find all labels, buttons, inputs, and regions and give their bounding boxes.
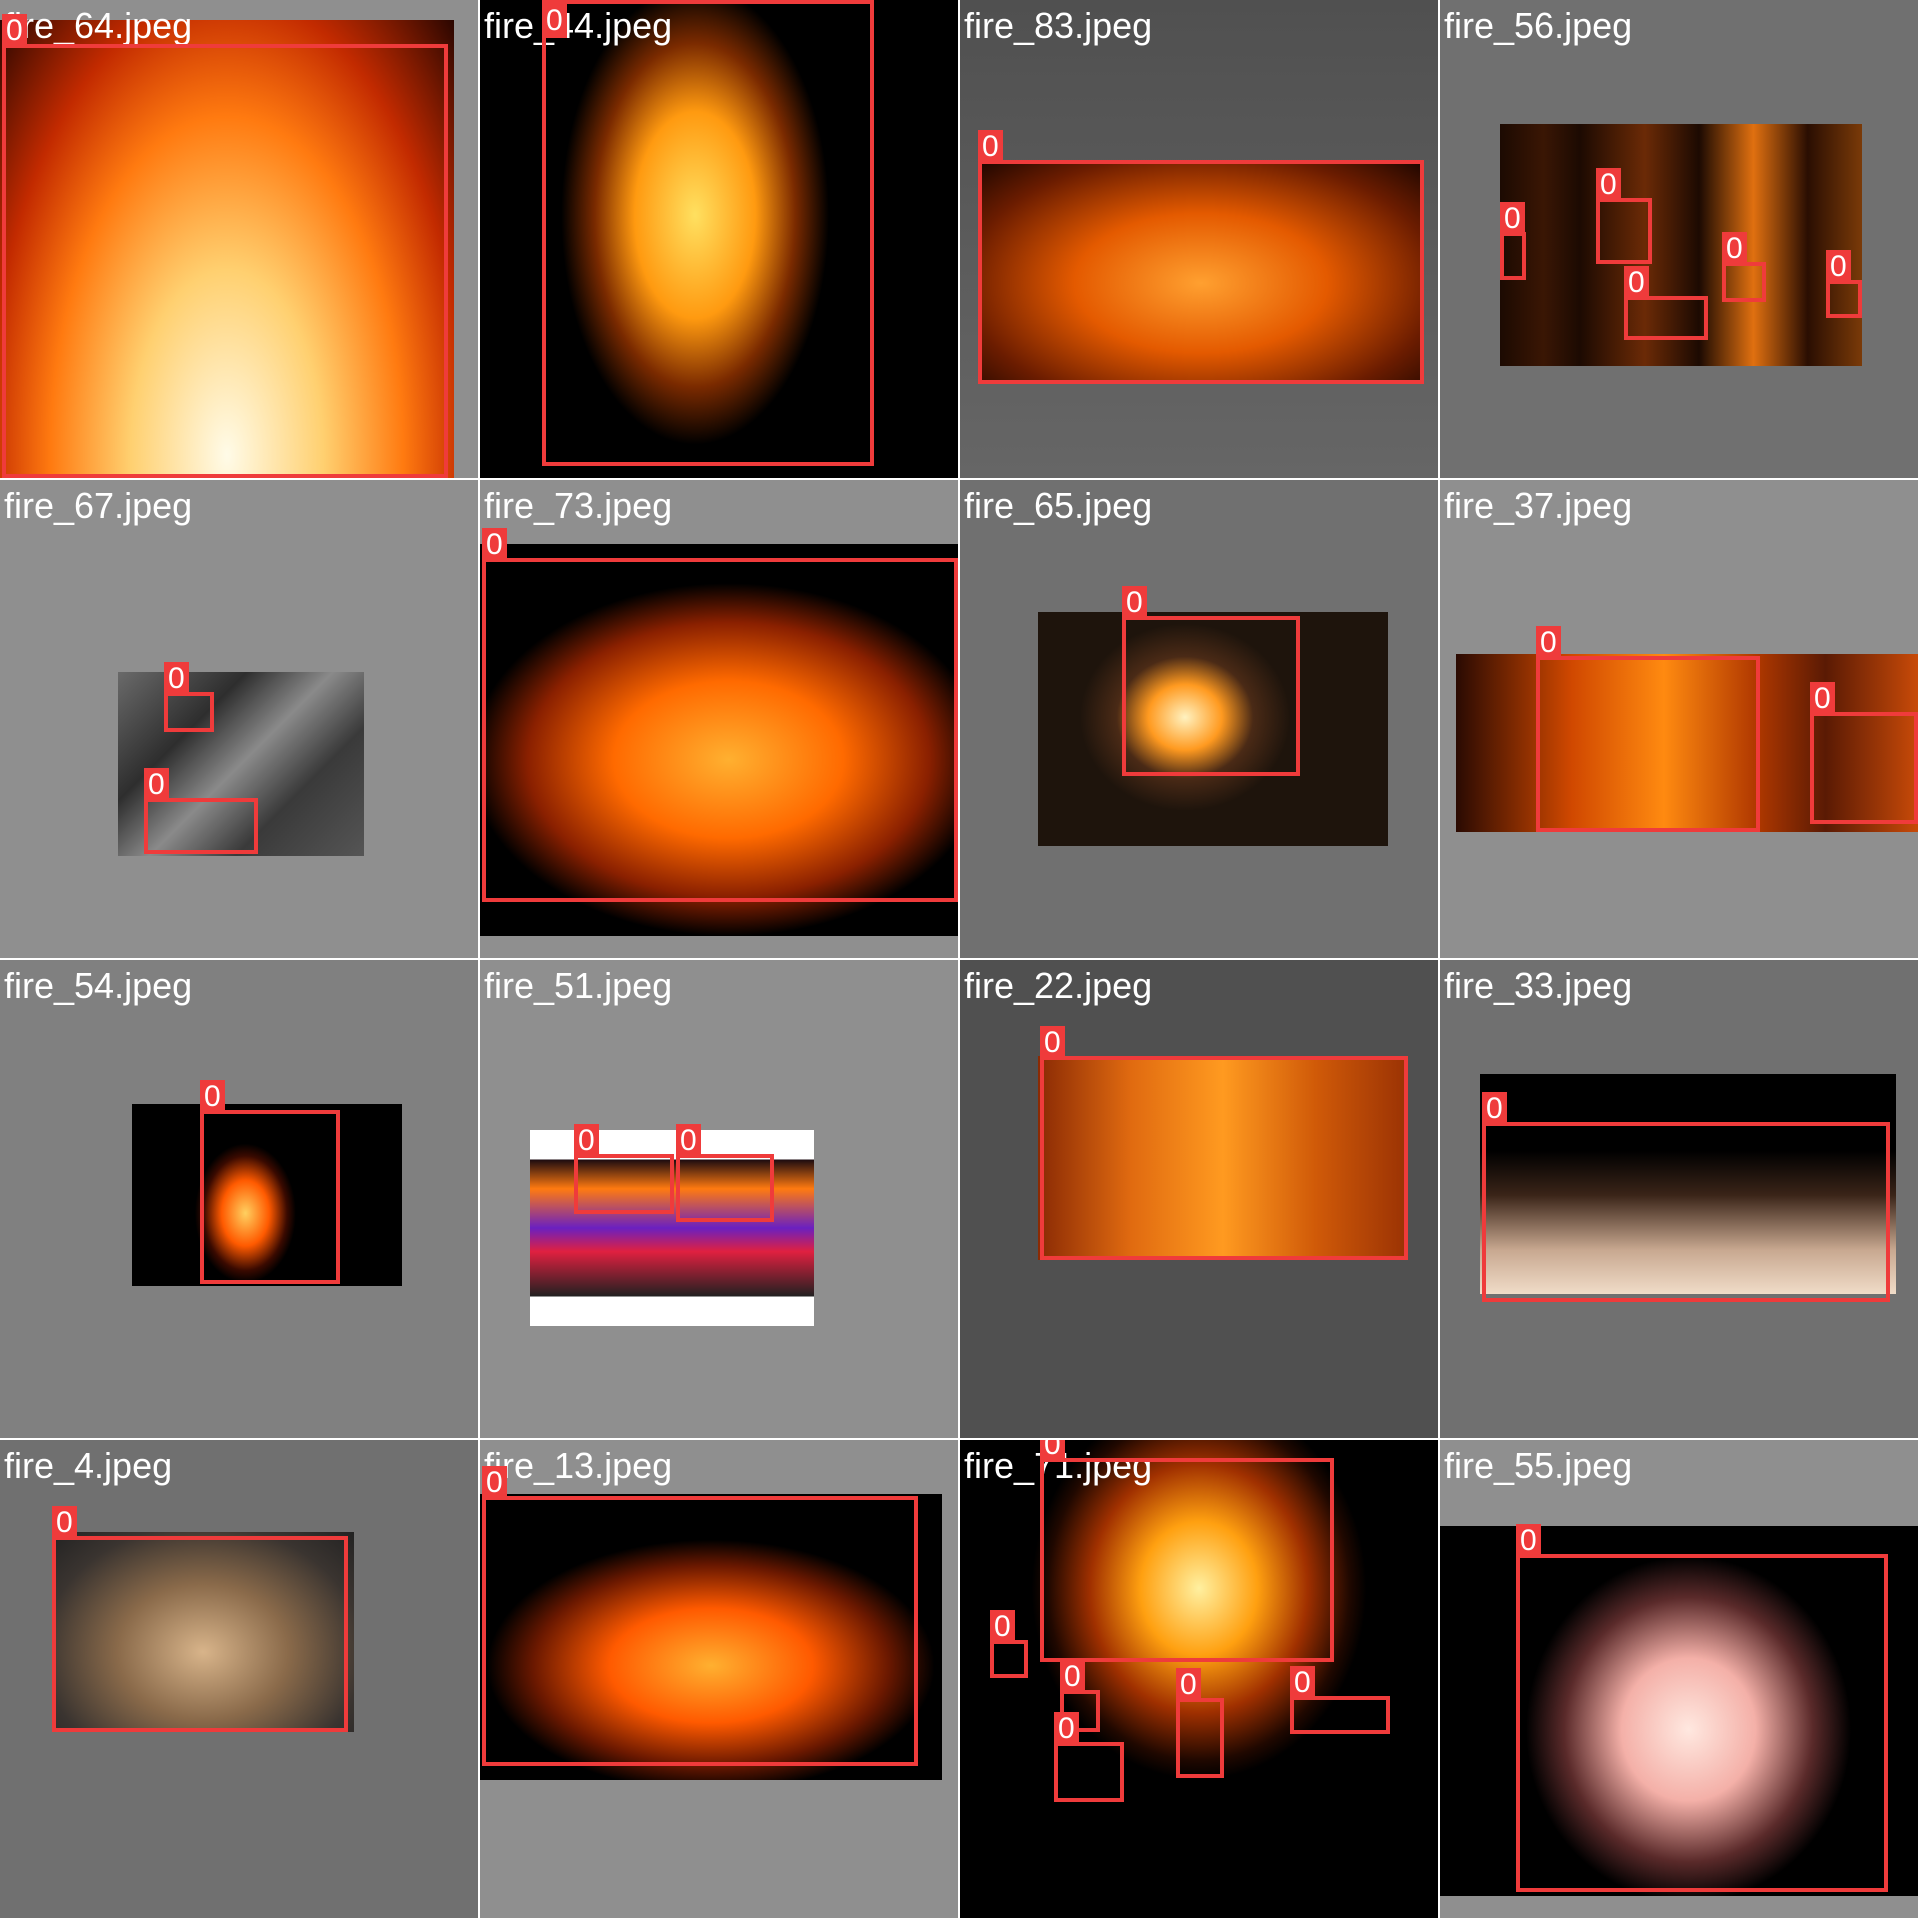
detection-box: 0 bbox=[482, 1466, 918, 1766]
detection-box: 0 bbox=[1122, 586, 1300, 776]
detection-box: 0 bbox=[1040, 1026, 1408, 1260]
tile-title: fire_33.jpeg bbox=[1444, 965, 1633, 1006]
tile-fire-51[interactable]: fire_51.jpeg 0 0 bbox=[480, 960, 958, 1438]
class-label: 0 bbox=[1624, 266, 1649, 300]
detection-box: 0 bbox=[1516, 1524, 1888, 1892]
tile-fire-67[interactable]: fire_67.jpeg 0 0 bbox=[0, 480, 478, 958]
tile-title: fire_73.jpeg bbox=[484, 485, 673, 526]
detection-box: 0 bbox=[676, 1124, 774, 1222]
tile-title: fire_13.jpeg bbox=[484, 1445, 673, 1486]
detection-box: 0 bbox=[978, 130, 1424, 384]
class-label: 0 bbox=[200, 1080, 225, 1114]
class-label: 0 bbox=[1500, 202, 1525, 236]
detection-box: 0 bbox=[574, 1124, 674, 1214]
class-label: 0 bbox=[990, 1610, 1015, 1644]
detection-box: 0 bbox=[1290, 1666, 1390, 1734]
tile-fire-73[interactable]: fire_73.jpeg 0 bbox=[480, 480, 958, 958]
tile-title: fire_64.jpeg bbox=[4, 5, 193, 46]
tile-title: fire_22.jpeg bbox=[964, 965, 1153, 1006]
class-label: 0 bbox=[1060, 1660, 1085, 1694]
detection-box: 0 bbox=[1482, 1092, 1890, 1302]
class-label: 0 bbox=[1482, 1092, 1507, 1126]
class-label: 0 bbox=[574, 1124, 599, 1158]
class-label: 0 bbox=[1810, 682, 1835, 716]
class-label: 0 bbox=[1040, 1026, 1065, 1060]
detection-box: 0 bbox=[1624, 266, 1708, 340]
class-label: 0 bbox=[2, 14, 27, 48]
detection-box: 0 bbox=[1596, 168, 1652, 264]
tile-fire-83[interactable]: fire_83.jpeg 0 bbox=[960, 0, 1438, 478]
tile-title: fire_67.jpeg bbox=[4, 485, 193, 526]
class-label: 0 bbox=[1536, 626, 1561, 660]
tile-fire-71[interactable]: fire_71.jpeg 0 0 0 0 0 0 bbox=[960, 1440, 1438, 1918]
detection-box: 0 bbox=[1810, 682, 1918, 824]
tile-fire-4[interactable]: fire_4.jpeg 0 bbox=[0, 1440, 478, 1918]
tile-title: fire_56.jpeg bbox=[1444, 5, 1633, 46]
detection-box: 0 bbox=[2, 14, 448, 478]
class-label: 0 bbox=[1826, 250, 1851, 284]
tile-fire-13[interactable]: fire_13.jpeg 0 bbox=[480, 1440, 958, 1918]
tile-fire-55[interactable]: fire_55.jpeg 0 bbox=[1440, 1440, 1918, 1918]
class-label: 0 bbox=[1722, 232, 1747, 266]
tile-fire-22[interactable]: fire_22.jpeg 0 bbox=[960, 960, 1438, 1438]
tile-fire-37[interactable]: fire_37.jpeg 0 0 bbox=[1440, 480, 1918, 958]
detection-box: 0 bbox=[1054, 1712, 1124, 1802]
detection-box: 0 bbox=[482, 528, 958, 902]
class-label: 0 bbox=[1054, 1712, 1079, 1746]
tile-fire-64[interactable]: fire_64.jpeg 0 bbox=[0, 0, 478, 478]
class-label: 0 bbox=[144, 768, 169, 802]
class-label: 0 bbox=[482, 528, 507, 562]
detection-box: 0 bbox=[1500, 202, 1526, 280]
tile-fire-44[interactable]: fire_44.jpeg 0 bbox=[480, 0, 958, 478]
class-label: 0 bbox=[1122, 586, 1147, 620]
class-label: 0 bbox=[1290, 1666, 1315, 1700]
detection-box: 0 bbox=[1826, 250, 1862, 318]
detection-mosaic: fire_64.jpeg 0 fire_44.jpeg 0 fire_83.jp… bbox=[0, 0, 1920, 1920]
class-label: 0 bbox=[1040, 1440, 1065, 1462]
detection-box: 0 bbox=[1176, 1668, 1224, 1778]
tile-title: fire_65.jpeg bbox=[964, 485, 1153, 526]
class-label: 0 bbox=[1596, 168, 1621, 202]
tile-title: fire_37.jpeg bbox=[1444, 485, 1633, 526]
detection-box: 0 bbox=[1040, 1440, 1334, 1662]
detection-box: 0 bbox=[990, 1610, 1028, 1678]
detection-box: 0 bbox=[144, 768, 258, 854]
class-label: 0 bbox=[978, 130, 1003, 164]
tile-title: fire_51.jpeg bbox=[484, 965, 673, 1006]
class-label: 0 bbox=[1176, 1668, 1201, 1702]
detection-box: 0 bbox=[1536, 626, 1760, 832]
tile-title: fire_4.jpeg bbox=[4, 1445, 173, 1486]
class-label: 0 bbox=[676, 1124, 701, 1158]
detection-box: 0 bbox=[1722, 232, 1766, 302]
class-label: 0 bbox=[1516, 1524, 1541, 1558]
class-label: 0 bbox=[482, 1466, 507, 1500]
tile-fire-56[interactable]: fire_56.jpeg 0 0 0 0 0 bbox=[1440, 0, 1918, 478]
tile-title: fire_55.jpeg bbox=[1444, 1445, 1633, 1486]
detection-box: 0 bbox=[200, 1080, 340, 1284]
class-label: 0 bbox=[52, 1506, 77, 1540]
class-label: 0 bbox=[542, 4, 567, 38]
class-label: 0 bbox=[164, 662, 189, 696]
tile-title: fire_54.jpeg bbox=[4, 965, 193, 1006]
detection-box: 0 bbox=[164, 662, 214, 732]
detection-box: 0 bbox=[542, 0, 874, 466]
detection-box: 0 bbox=[52, 1506, 348, 1732]
tile-title: fire_83.jpeg bbox=[964, 5, 1153, 46]
tile-fire-33[interactable]: fire_33.jpeg 0 bbox=[1440, 960, 1918, 1438]
tile-fire-65[interactable]: fire_65.jpeg 0 bbox=[960, 480, 1438, 958]
tile-fire-54[interactable]: fire_54.jpeg 0 bbox=[0, 960, 478, 1438]
